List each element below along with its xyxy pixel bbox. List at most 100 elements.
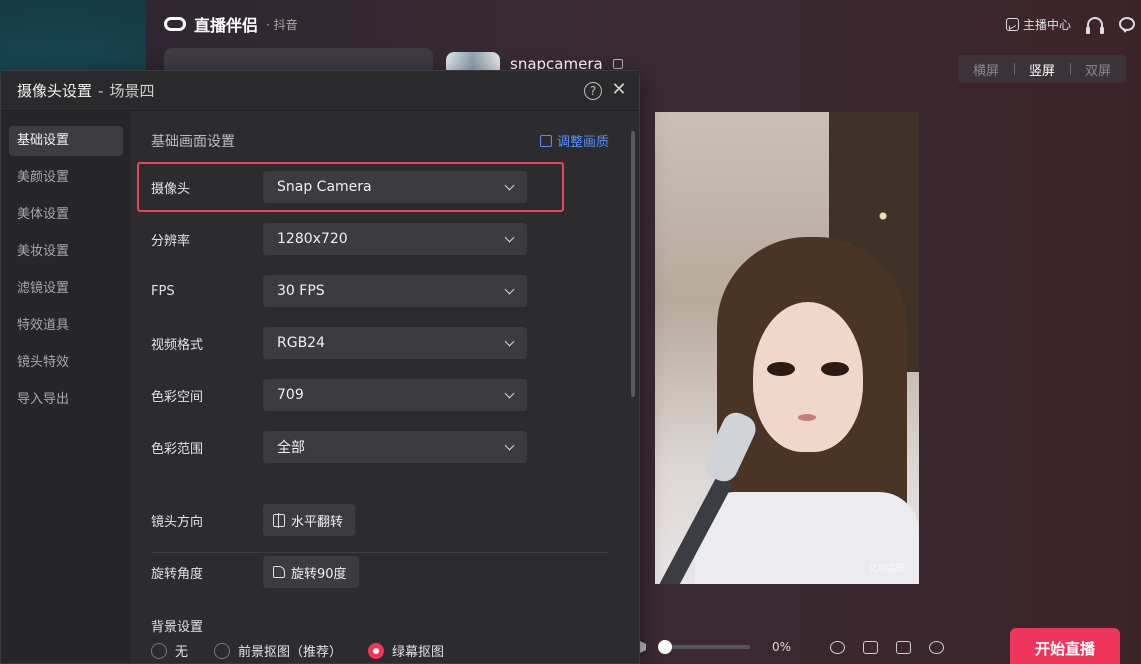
preview-microphone [655, 408, 761, 584]
preview-mouth [798, 414, 816, 421]
orientation-portrait[interactable]: 竖屏 [1014, 60, 1070, 79]
preview-eye-right [821, 362, 849, 376]
edit-quality-icon [539, 134, 552, 147]
volume-value: 0% [772, 640, 792, 654]
top-right-actions: 主播中心 [1005, 0, 1135, 48]
nav-item-filter[interactable]: 滤镜设置 [9, 274, 123, 304]
video-format-label: 视频格式 [151, 337, 204, 353]
rotation-row: 旋转角度 旋转90度 [151, 556, 359, 588]
flip-icon [273, 512, 285, 528]
video-format-row: 视频格式 RGB24 [151, 327, 527, 359]
preview-watermark: 亿动高阳 [868, 564, 905, 574]
background-settings-label: 背景设置 [151, 620, 204, 635]
rotate-90-button[interactable]: 旋转90度 [263, 556, 359, 588]
horizontal-flip-label: 水平翻转 [291, 514, 344, 530]
chart-icon [1005, 17, 1019, 31]
rotate-icon [273, 566, 285, 578]
dialog-title: 摄像头设置 [17, 82, 93, 100]
color-range-select[interactable]: 全部 [263, 431, 527, 463]
anchor-center-label: 主播中心 [1022, 17, 1071, 32]
fps-select-value: 30 FPS [277, 283, 325, 299]
anchor-center-button[interactable]: 主播中心 [1005, 16, 1071, 33]
nav-item-basic[interactable]: 基础设置 [9, 126, 123, 156]
chat-icon[interactable] [1119, 17, 1135, 33]
color-space-select[interactable]: 709 [263, 379, 527, 411]
color-space-select-value: 709 [277, 387, 304, 403]
background-option-none-label: 无 [175, 645, 189, 660]
effects-icon[interactable] [830, 640, 845, 654]
camera-row: 摄像头 Snap Camera [151, 171, 527, 203]
background-option-foreground-label: 前景抠图（推荐） [238, 645, 343, 660]
close-icon[interactable]: ✕ [611, 81, 627, 99]
fps-row: FPS 30 FPS [151, 275, 527, 307]
background-option-greenscreen[interactable]: 绿幕抠图 [368, 641, 444, 660]
section-divider [151, 552, 609, 553]
nav-item-lens-effects[interactable]: 镜头特效 [9, 348, 123, 378]
top-bar: 直播伴侣 · 抖音 [146, 0, 1141, 48]
adjust-quality-label: 调整画质 [556, 135, 609, 150]
screen-cast-icon[interactable] [863, 640, 878, 654]
edit-icon[interactable] [612, 59, 623, 69]
background-option-none[interactable]: 无 [151, 641, 188, 660]
nav-item-body[interactable]: 美体设置 [9, 200, 123, 230]
dialog-title-separator: - [98, 81, 104, 100]
resolution-row: 分辨率 1280x720 [151, 223, 527, 255]
volume-slider-knob[interactable] [658, 640, 672, 654]
volume-slider[interactable] [658, 640, 750, 654]
orientation-dual[interactable]: 双屏 [1070, 60, 1126, 79]
dialog-scene-name: 场景四 [109, 82, 155, 100]
nav-item-makeup[interactable]: 美妆设置 [9, 237, 123, 267]
orientation-switch: 横屏 竖屏 双屏 [958, 55, 1126, 83]
nav-item-beauty[interactable]: 美颜设置 [9, 163, 123, 193]
lens-direction-row: 镜头方向 水平翻转 [151, 504, 356, 536]
settings-content: 基础画面设置 调整画质 摄像头 Snap Camera 分辨率 1280x720… [131, 111, 639, 663]
section-title: 基础画面设置 [151, 134, 235, 150]
video-format-select-value: RGB24 [277, 335, 325, 351]
preview-face [753, 302, 863, 452]
chevron-down-icon [504, 232, 515, 242]
rotate-90-label: 旋转90度 [291, 566, 347, 582]
nav-item-effects-props[interactable]: 特效道具 [9, 311, 123, 341]
color-range-row: 色彩范围 全部 [151, 431, 527, 463]
background-option-greenscreen-label: 绿幕抠图 [392, 645, 445, 660]
settings-gear-icon[interactable] [929, 640, 944, 654]
background-option-foreground[interactable]: 前景抠图（推荐） [214, 641, 342, 660]
dialog-header[interactable]: 摄像头设置 - 场景四 ? ✕ [1, 71, 639, 111]
start-live-button[interactable]: 开始直播 [1010, 628, 1120, 664]
headset-icon[interactable] [1086, 17, 1104, 34]
chevron-down-icon [504, 336, 515, 346]
adjust-quality-link[interactable]: 调整画质 [539, 131, 609, 150]
chevron-down-icon [504, 284, 515, 294]
chevron-down-icon [504, 440, 515, 450]
camera-select[interactable]: Snap Camera [263, 171, 527, 203]
help-icon[interactable]: ? [584, 82, 602, 100]
orientation-landscape[interactable]: 横屏 [958, 60, 1014, 79]
settings-scrollbar[interactable] [631, 131, 635, 397]
app-name: 直播伴侣 [194, 16, 259, 35]
fps-select[interactable]: 30 FPS [263, 275, 527, 307]
settings-nav: 基础设置 美颜设置 美体设置 美妆设置 滤镜设置 特效道具 镜头特效 导入导出 [1, 111, 131, 663]
resolution-select[interactable]: 1280x720 [263, 223, 527, 255]
chevron-down-icon [504, 180, 515, 190]
microphone-stand [655, 475, 733, 584]
nav-item-import-export[interactable]: 导入导出 [9, 385, 123, 415]
horizontal-flip-button[interactable]: 水平翻转 [263, 504, 356, 536]
resolution-select-value: 1280x720 [277, 231, 348, 247]
preview-eye-left [767, 362, 795, 376]
chevron-down-icon [504, 388, 515, 398]
resolution-label: 分辨率 [151, 233, 191, 249]
mute-icon[interactable] [640, 641, 654, 653]
camera-settings-dialog: 摄像头设置 - 场景四 ? ✕ 基础设置 美颜设置 美体设置 美妆设置 滤镜设置… [0, 70, 640, 664]
video-format-select[interactable]: RGB24 [263, 327, 527, 359]
color-range-select-value: 全部 [277, 440, 305, 456]
lens-direction-label: 镜头方向 [151, 514, 204, 530]
background-options: 无 前景抠图（推荐） 绿幕抠图 [151, 641, 460, 660]
camera-label: 摄像头 [151, 181, 191, 197]
video-camera-icon[interactable] [896, 640, 911, 654]
app-logo-icon [164, 17, 186, 31]
radio-unchecked-icon [151, 642, 167, 659]
camera-select-value: Snap Camera [277, 179, 372, 195]
color-range-label: 色彩范围 [151, 441, 204, 457]
color-space-row: 色彩空间 709 [151, 379, 527, 411]
color-space-label: 色彩空间 [151, 389, 204, 405]
